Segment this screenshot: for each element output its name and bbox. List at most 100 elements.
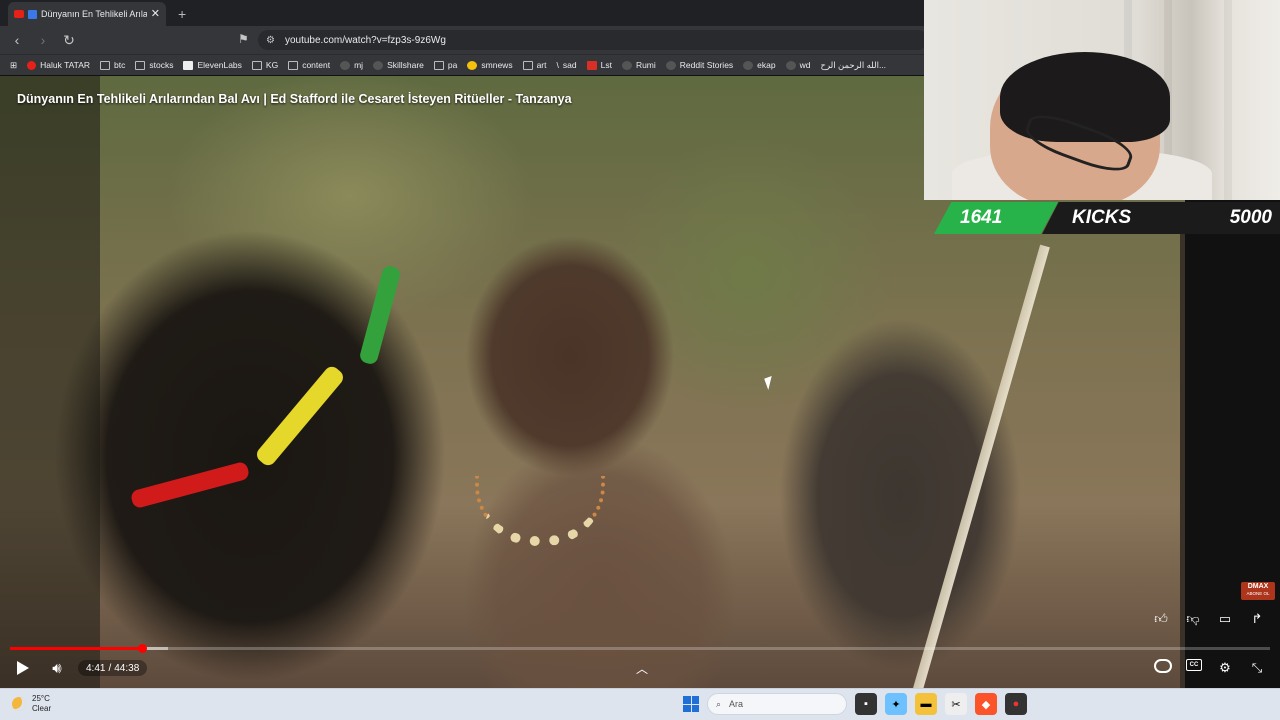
kicks-label: KICKS bbox=[1072, 207, 1132, 228]
apps-icon[interactable]: ⊞ bbox=[10, 60, 17, 71]
bookmarks-bar: ⊞ Haluk TATAR btc stocks ElevenLabs KG c… bbox=[0, 54, 924, 75]
back-button[interactable]: ‹ bbox=[8, 32, 26, 48]
bookmark-folder[interactable]: pa bbox=[433, 60, 457, 70]
bookmark-folder[interactable]: KG bbox=[251, 60, 278, 70]
like-icon[interactable]: 👍︎ bbox=[1152, 610, 1170, 628]
smiley-icon bbox=[467, 60, 478, 70]
close-tab-icon[interactable]: ✕ bbox=[151, 8, 160, 20]
webcam-overlay bbox=[924, 0, 1280, 200]
brave-browser-icon[interactable]: ◆ bbox=[975, 693, 997, 715]
bookmark-item[interactable]: Haluk TATAR bbox=[27, 60, 90, 70]
video-actions: 👍︎ 👎︎ ▭ ↱ bbox=[1152, 610, 1266, 628]
headband-yellow bbox=[253, 363, 347, 469]
kicks-count: 1641 bbox=[960, 207, 1003, 228]
app-icon[interactable]: ● bbox=[1005, 693, 1027, 715]
snipping-tool-icon[interactable]: ✂ bbox=[945, 693, 967, 715]
bookmark-item[interactable]: Skillshare bbox=[373, 60, 424, 70]
bookmark-item[interactable]: الله الرحمن الرح... bbox=[820, 60, 886, 71]
youtube-icon bbox=[27, 60, 37, 70]
search-icon: ⌕ bbox=[716, 698, 722, 709]
youtube-icon bbox=[14, 10, 24, 18]
windows-start-icon[interactable] bbox=[683, 696, 699, 712]
url-text: youtube.com/watch?v=fzp3s-9z6Wg bbox=[284, 34, 446, 46]
folder-icon bbox=[522, 60, 533, 70]
volume-icon[interactable]: 🔊︎ bbox=[46, 658, 68, 678]
temperature: 25°C bbox=[32, 694, 50, 703]
time-display: 4:41 / 44:38 bbox=[78, 660, 148, 676]
site-info-icon[interactable]: ⚙ bbox=[266, 35, 275, 46]
share-icon[interactable]: ↱ bbox=[1248, 610, 1266, 628]
progress-bar[interactable] bbox=[10, 644, 1270, 653]
browser-tab[interactable]: Dünyanın En Tehlikeli Arılarından ✕ bbox=[8, 2, 166, 26]
player-right-controls: CC ⚙ ⤡ bbox=[1154, 659, 1266, 677]
bookmark-item[interactable]: Lst bbox=[586, 60, 612, 70]
wd-icon bbox=[785, 60, 796, 70]
s-logo-icon bbox=[586, 60, 597, 70]
headband-red bbox=[129, 460, 251, 510]
chevron-up-icon[interactable]: ︿ bbox=[632, 659, 652, 677]
bookmark-icon[interactable]: ⚑ bbox=[238, 32, 249, 46]
bookmark-item[interactable]: mj bbox=[340, 60, 363, 70]
task-view-icon[interactable]: ▪ bbox=[855, 693, 877, 715]
bookmark-item[interactable]: ekap bbox=[743, 60, 776, 70]
autoplay-toggle[interactable] bbox=[1154, 659, 1172, 673]
bookmark-item[interactable]: Reddit Stories bbox=[665, 60, 733, 70]
taskbar-search[interactable]: ⌕ Ara bbox=[707, 693, 847, 715]
taskbar-apps: ⌕ Ara ▪ ✦ ▬ ✂ ◆ ● bbox=[683, 693, 1027, 715]
comments-icon[interactable]: ▭ bbox=[1216, 610, 1234, 628]
bookmark-item[interactable]: smnews bbox=[467, 60, 513, 70]
weather-condition: Clear bbox=[32, 704, 52, 713]
dislike-icon[interactable]: 👎︎ bbox=[1184, 610, 1202, 628]
folder-icon bbox=[135, 60, 146, 70]
bookmark-item[interactable]: wd bbox=[785, 60, 810, 70]
browser-tabbar: Dünyanın En Tehlikeli Arılarından ✕ + bbox=[0, 0, 924, 26]
bookmark-folder[interactable]: stocks bbox=[135, 60, 173, 70]
bookmark-folder[interactable]: btc bbox=[100, 60, 125, 70]
moon-icon bbox=[12, 697, 26, 711]
bookmark-item[interactable]: \ sad bbox=[557, 60, 577, 70]
windows-taskbar: 25°C Clear ⌕ Ara ▪ ✦ ▬ ✂ ◆ ● bbox=[0, 688, 1280, 720]
d-logo-icon bbox=[665, 60, 676, 70]
weather-widget[interactable]: 25°C Clear bbox=[12, 694, 51, 714]
bookmark-folder[interactable]: content bbox=[288, 60, 330, 70]
globe-icon bbox=[621, 60, 632, 70]
github-icon bbox=[340, 60, 351, 70]
subtitles-icon[interactable]: CC bbox=[1186, 659, 1202, 671]
kicks-goal-bar: 1641 KICKS 5000 bbox=[934, 202, 1280, 234]
bead-necklace bbox=[475, 476, 605, 546]
wooden-stick bbox=[910, 244, 1050, 688]
reload-button[interactable]: ↻ bbox=[60, 32, 78, 49]
file-explorer-icon[interactable]: ▬ bbox=[915, 693, 937, 715]
folder-icon bbox=[251, 60, 262, 70]
play-button[interactable] bbox=[14, 658, 32, 678]
time-separator: / bbox=[108, 662, 112, 674]
screen: Dünyanın En Tehlikeli Arılarından ✕ + ‹ … bbox=[0, 0, 1280, 720]
bookmark-folder[interactable]: art bbox=[522, 60, 547, 70]
search-placeholder: Ara bbox=[729, 699, 744, 709]
folder-icon bbox=[100, 60, 111, 70]
headband-green bbox=[358, 264, 402, 366]
address-bar[interactable]: ⚙ youtube.com/watch?v=fzp3s-9z6Wg bbox=[258, 30, 928, 50]
bird-icon bbox=[743, 60, 754, 70]
slash-icon: \ bbox=[556, 60, 559, 70]
tab-favicon bbox=[28, 9, 37, 19]
channel-watermark[interactable]: DMAX ABONE OL bbox=[1241, 582, 1275, 600]
elevenlabs-icon bbox=[183, 60, 194, 70]
skillshare-icon bbox=[373, 60, 384, 70]
bookmark-item[interactable]: ElevenLabs bbox=[183, 60, 242, 70]
browser-navbar: ‹ › ↻ ⚑ ⚙ youtube.com/watch?v=fzp3s-9z6W… bbox=[0, 26, 928, 54]
new-tab-button[interactable]: + bbox=[178, 6, 186, 22]
bookmark-item[interactable]: Rumi bbox=[621, 60, 656, 70]
video-title[interactable]: Dünyanın En Tehlikeli Arılarından Bal Av… bbox=[17, 92, 572, 106]
exit-fullscreen-icon[interactable]: ⤡ bbox=[1248, 659, 1266, 677]
tab-title: Dünyanın En Tehlikeli Arılarından bbox=[41, 9, 147, 19]
settings-gear-icon[interactable]: ⚙ bbox=[1216, 659, 1234, 677]
folder-icon bbox=[433, 60, 444, 70]
folder-icon bbox=[288, 60, 299, 70]
kicks-goal: 5000 bbox=[1229, 207, 1272, 228]
current-time: 4:41 bbox=[86, 662, 106, 674]
curtain-fold bbox=[1224, 0, 1232, 200]
forward-button[interactable]: › bbox=[34, 32, 52, 48]
video-shade bbox=[0, 76, 100, 688]
copilot-icon[interactable]: ✦ bbox=[885, 693, 907, 715]
